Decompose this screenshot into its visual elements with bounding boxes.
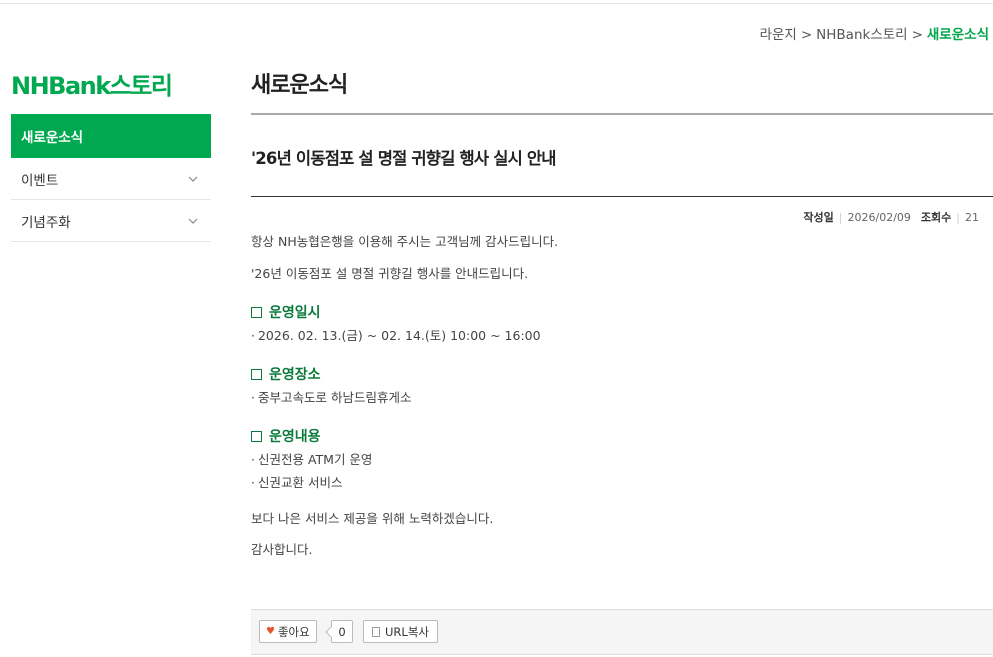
like-label: 좋아요 [277, 624, 310, 639]
sidebar-nav: 새로운소식 이벤트 기념주화 [11, 114, 211, 242]
closing-text: 보다 나은 서비스 제공을 위해 노력하겠습니다. [251, 511, 494, 526]
like-button[interactable]: ♥ 좋아요 [259, 620, 317, 643]
bullet-dot: · [251, 475, 255, 490]
sidebar-item-news[interactable]: 새로운소식 [11, 114, 211, 158]
list-item-text: 신권교환 서비스 [257, 475, 343, 490]
post-date: 2026/02/09 [847, 211, 911, 224]
breadcrumb: 라운지 > NHBank스토리 > 새로운소식 [760, 23, 989, 43]
url-copy-label: URL복사 [385, 624, 429, 639]
chevron-down-icon [185, 171, 201, 187]
date-label: 작성일 [803, 211, 834, 224]
breadcrumb-separator: > [911, 27, 923, 43]
breadcrumb-separator: > [800, 27, 813, 43]
list-item: · 신권전용 ATM기 운영 [251, 450, 372, 470]
list-item-text: 중부고속도로 하남드림휴게소 [257, 390, 412, 405]
square-icon [251, 430, 262, 442]
post-title-divider [251, 196, 993, 197]
bullet-dot: · [251, 328, 255, 343]
list-item: · 2026. 02. 13.(금) ~ 02. 14.(토) 10:00 ~ 1… [251, 326, 541, 346]
square-icon [251, 306, 262, 318]
post-title: '26년 이동점포 설 명절 귀향길 행사 실시 안내 [251, 149, 556, 168]
copy-icon [372, 626, 380, 637]
post-action-bar: ♥ 좋아요 0 URL복사 [251, 609, 993, 655]
section-heading-content: 운영내용 [251, 426, 321, 446]
greeting-text: 항상 NH농협은행을 이용해 주시는 고객님께 감사드립니다. [251, 234, 559, 249]
page-title: 새로운소식 [251, 73, 348, 98]
list-item-text: 2026. 02. 13.(금) ~ 02. 14.(토) 10:00 ~ 16… [257, 328, 541, 343]
list-item: · 신권교환 서비스 [251, 473, 342, 493]
sidebar-item-label: 이벤트 [21, 172, 59, 189]
like-count: 0 [331, 620, 353, 643]
breadcrumb-lounge[interactable]: 라운지 [760, 27, 797, 43]
section-heading-text: 운영내용 [269, 429, 321, 445]
views-label: 조회수 [920, 211, 952, 224]
breadcrumb-nhbank-story[interactable]: NHBank스토리 [816, 27, 907, 43]
post-meta: 작성일 | 2026/02/09 조회수 | 21 [803, 209, 979, 225]
title-divider [251, 113, 993, 115]
bullet-dot: · [251, 452, 255, 467]
list-item-text: 신권전용 ATM기 운영 [257, 452, 373, 467]
bullet-dot: · [251, 390, 255, 405]
intro-text: '26년 이동점포 설 명절 귀향길 행사를 안내드립니다. [251, 266, 529, 281]
sidebar-item-label: 기념주화 [21, 214, 71, 231]
meta-separator: | [956, 211, 960, 224]
sidebar-item-event[interactable]: 이벤트 [11, 158, 211, 200]
section-heading-location: 운영장소 [251, 364, 321, 384]
breadcrumb-current: 새로운소식 [926, 27, 989, 43]
thanks-text: 감사합니다. [251, 542, 313, 557]
chevron-down-icon [185, 213, 201, 229]
url-copy-button[interactable]: URL복사 [363, 620, 438, 643]
view-count: 21 [965, 211, 979, 224]
section-heading-schedule: 운영일시 [251, 302, 321, 322]
sidebar-item-label: 새로운소식 [21, 130, 84, 146]
section-heading-text: 운영장소 [269, 367, 321, 383]
sidebar-brand-title: NHBank스토리 [11, 72, 173, 100]
section-heading-text: 운영일시 [269, 305, 321, 321]
square-icon [251, 368, 262, 380]
top-divider [0, 3, 993, 4]
heart-icon: ♥ [266, 626, 275, 637]
meta-separator: | [838, 211, 843, 224]
list-item: · 중부고속도로 하남드림휴게소 [251, 388, 411, 408]
sidebar-item-commemorative-coin[interactable]: 기념주화 [11, 200, 211, 242]
